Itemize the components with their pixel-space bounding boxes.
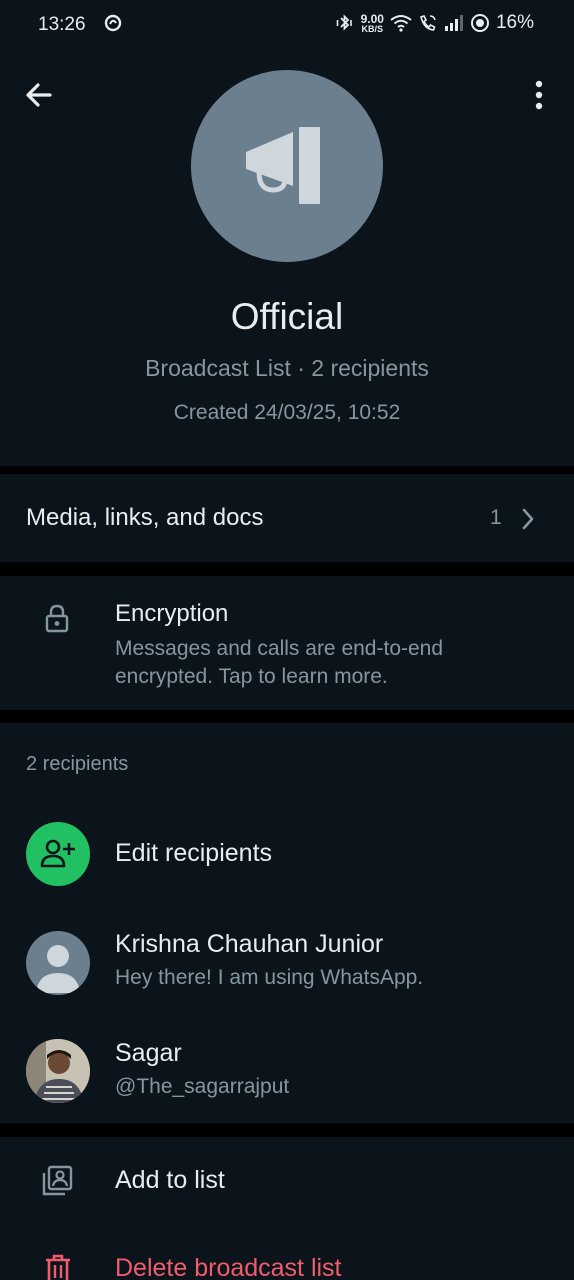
trash-icon[interactable] [44, 1254, 72, 1280]
add-to-list-button[interactable]: Add to list [115, 1166, 225, 1195]
megaphone-icon [246, 127, 320, 204]
lock-icon [45, 604, 69, 633]
media-links-docs-row[interactable]: Media, links, and docs 1 [0, 474, 574, 562]
profile-photo [26, 1039, 90, 1103]
contact-status: @The_sagarrajput [115, 1075, 290, 1098]
encryption-title: Encryption [115, 600, 229, 627]
more-options-icon[interactable] [526, 78, 552, 112]
contact-status: Hey there! I am using WhatsApp. [115, 966, 424, 989]
status-bar: 13:26 9.00 KB/S 16% [0, 0, 574, 50]
battery-percentage: 16% [495, 12, 534, 33]
default-avatar [26, 931, 90, 995]
contact-photo-avatar [26, 1039, 90, 1103]
back-arrow-icon[interactable] [22, 78, 56, 112]
screen: 13:26 9.00 KB/S 16% Official Broadcast L… [0, 0, 574, 1280]
contact-name: Krishna Chauhan Junior [115, 930, 384, 958]
app-notification-icon [104, 14, 122, 32]
edit-recipients-button[interactable] [26, 822, 90, 886]
encryption-description: Messages and calls are end-to-end encryp… [115, 637, 444, 688]
wifi-calling-icon [420, 15, 436, 31]
contact-name: Sagar [115, 1039, 182, 1067]
add-person-icon [40, 839, 75, 868]
bluetooth-vibrate-icon [336, 14, 352, 31]
delete-broadcast-list-button[interactable]: Delete broadcast list [115, 1254, 342, 1280]
wifi-icon [390, 15, 412, 32]
chevron-right-icon [522, 508, 534, 530]
media-label: Media, links, and docs [26, 504, 264, 531]
signal-icon [444, 15, 463, 31]
person-silhouette-icon [36, 945, 80, 993]
status-icons: 9.00 KB/S 16% [335, 12, 534, 34]
status-time: 13:26 [38, 14, 86, 35]
broadcast-subtitle: Broadcast List · 2 recipients [145, 355, 429, 381]
edit-recipients-label: Edit recipients [115, 839, 273, 867]
media-count: 1 [490, 506, 502, 529]
broadcast-title: Official [230, 296, 344, 337]
add-to-list-icon[interactable] [40, 1164, 74, 1198]
recipients-count-header: 2 recipients [26, 753, 129, 775]
broadcast-avatar[interactable] [191, 70, 383, 262]
created-date: Created 24/03/25, 10:52 [173, 401, 401, 424]
network-speed: 9.00 KB/S [360, 11, 384, 34]
battery-saver-icon [470, 14, 489, 32]
